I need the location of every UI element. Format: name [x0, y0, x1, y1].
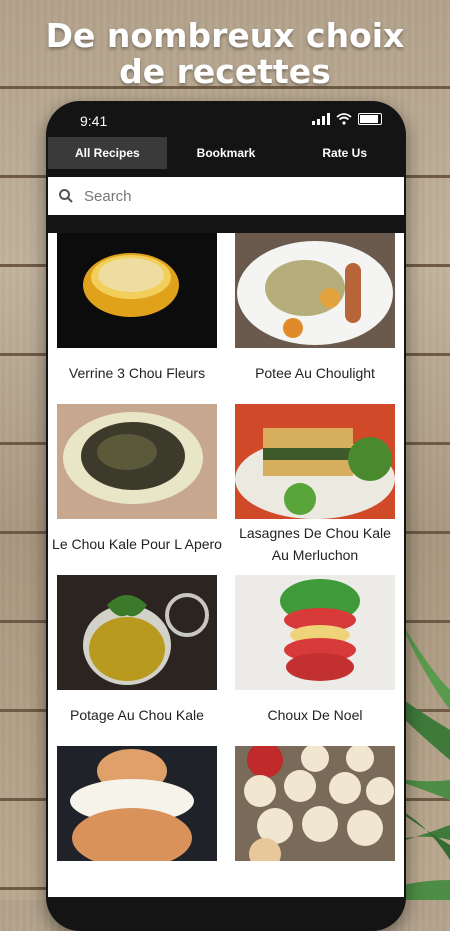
recipe-title: Choux De Noel — [267, 707, 363, 723]
tab-all-recipes[interactable]: All Recipes — [48, 137, 167, 169]
recipe-image — [57, 233, 217, 348]
tab-bar: All Recipes Bookmark Rate Us — [48, 137, 404, 169]
recipe-title — [226, 861, 404, 897]
recipe-card[interactable]: Lasagnes De Chou Kale Au Merluchon — [226, 404, 404, 575]
recipe-grid: Verrine 3 Chou Fleurs Potee Au Choulight — [48, 233, 404, 897]
recipe-image — [235, 233, 395, 348]
wifi-icon — [336, 113, 352, 125]
recipe-image — [57, 575, 217, 690]
recipe-card[interactable]: Potee Au Choulight — [226, 233, 404, 404]
signal-icon — [312, 113, 330, 125]
recipe-card[interactable]: Choux De Noel — [226, 575, 404, 746]
recipe-image — [57, 404, 217, 519]
recipe-image — [57, 746, 217, 861]
recipe-title: Lasagnes De Chou Kale Au Merluchon — [239, 525, 391, 563]
recipe-image — [235, 404, 395, 519]
search-icon — [59, 189, 73, 203]
recipe-card[interactable]: Verrine 3 Chou Fleurs — [48, 233, 226, 404]
status-time: 9:41 — [80, 113, 108, 129]
recipe-title: Potee Au Choulight — [255, 365, 375, 381]
recipe-card[interactable] — [226, 746, 404, 897]
headline-line-2: de recettes — [119, 52, 331, 91]
status-bar: 9:41 — [46, 101, 406, 137]
recipe-card[interactable] — [48, 746, 226, 897]
recipe-title — [48, 861, 226, 897]
search-bar — [48, 177, 404, 215]
tab-bookmark[interactable]: Bookmark — [167, 137, 286, 169]
status-icons — [312, 113, 382, 125]
recipe-title: Le Chou Kale Pour L Apero — [52, 536, 222, 552]
recipe-title: Verrine 3 Chou Fleurs — [68, 365, 206, 381]
recipe-image — [235, 575, 395, 690]
tab-rate-us[interactable]: Rate Us — [285, 137, 404, 169]
promo-headline: De nombreux choix de recettes — [0, 18, 450, 90]
recipe-card[interactable]: Potage Au Chou Kale — [48, 575, 226, 746]
recipe-card[interactable]: Le Chou Kale Pour L Apero — [48, 404, 226, 575]
phone-frame: 9:41 All Recipes Bookmark Rate Us Search… — [46, 101, 406, 931]
recipe-image — [235, 746, 395, 861]
recipe-title: Potage Au Chou Kale — [70, 707, 204, 723]
headline-line-1: De nombreux choix — [45, 16, 405, 55]
search-input[interactable] — [82, 186, 366, 206]
battery-icon — [358, 113, 382, 125]
